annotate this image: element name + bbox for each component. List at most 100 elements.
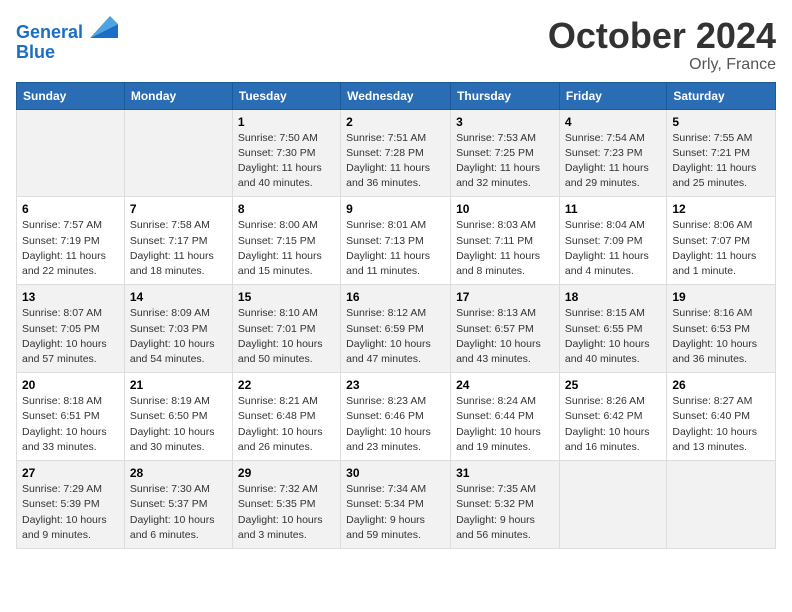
day-number: 13 — [22, 290, 119, 304]
day-number: 30 — [346, 466, 445, 480]
day-info: Sunrise: 7:29 AM Sunset: 5:39 PM Dayligh… — [22, 482, 119, 543]
day-number: 2 — [346, 115, 445, 129]
calendar-table: SundayMondayTuesdayWednesdayThursdayFrid… — [16, 82, 776, 549]
day-number: 28 — [130, 466, 227, 480]
day-number: 22 — [238, 378, 335, 392]
day-info: Sunrise: 7:32 AM Sunset: 5:35 PM Dayligh… — [238, 482, 335, 543]
calendar-cell: 17Sunrise: 8:13 AM Sunset: 6:57 PM Dayli… — [451, 285, 560, 373]
logo: General Blue — [16, 16, 118, 63]
calendar-cell: 10 Sunrise: 8:03 AM Sunset: 7:11 PM Dayli… — [451, 197, 560, 285]
calendar-cell: 24 Sunrise: 8:24 AM Sunset: 6:44 PM Dayli… — [451, 373, 560, 461]
location: Orly, France — [548, 56, 776, 74]
day-number: 14 — [130, 290, 227, 304]
weekday-header: Sunday — [17, 82, 125, 109]
day-number: 8 — [238, 202, 335, 216]
calendar-cell: 8Sunrise: 8:00 AM Sunset: 7:15 PM Daylig… — [232, 197, 340, 285]
calendar-cell: 9 Sunrise: 8:01 AM Sunset: 7:13 PM Daylig… — [341, 197, 451, 285]
calendar-cell: 3 Sunrise: 7:53 AM Sunset: 7:25 PM Daylig… — [451, 109, 560, 197]
day-info: Sunrise: 8:24 AM Sunset: 6:44 PM Dayligh… — [456, 394, 554, 455]
day-info: Sunrise: 7:53 AM Sunset: 7:25 PM Dayligh… — [456, 131, 554, 192]
day-number: 29 — [238, 466, 335, 480]
day-info: Sunrise: 7:50 AM Sunset: 7:30 PM Dayligh… — [238, 131, 335, 192]
day-info: Sunrise: 8:18 AM Sunset: 6:51 PM Dayligh… — [22, 394, 119, 455]
day-number: 16 — [346, 290, 445, 304]
day-info: Sunrise: 7:55 AM Sunset: 7:21 PM Dayligh… — [672, 131, 770, 192]
day-info: Sunrise: 7:58 AM Sunset: 7:17 PM Dayligh… — [130, 218, 227, 279]
calendar-cell: 25 Sunrise: 8:26 AM Sunset: 6:42 PM Dayli… — [559, 373, 666, 461]
day-number: 19 — [672, 290, 770, 304]
calendar-header-row: SundayMondayTuesdayWednesdayThursdayFrid… — [17, 82, 776, 109]
calendar-week-row: 1Sunrise: 7:50 AM Sunset: 7:30 PM Daylig… — [17, 109, 776, 197]
logo-text: General Blue — [16, 16, 118, 63]
day-number: 6 — [22, 202, 119, 216]
day-info: Sunrise: 7:35 AM Sunset: 5:32 PM Dayligh… — [456, 482, 554, 543]
weekday-header: Thursday — [451, 82, 560, 109]
calendar-cell: 28 Sunrise: 7:30 AM Sunset: 5:37 PM Dayli… — [124, 461, 232, 549]
calendar-cell: 29 Sunrise: 7:32 AM Sunset: 5:35 PM Dayli… — [232, 461, 340, 549]
calendar-cell: 12 Sunrise: 8:06 AM Sunset: 7:07 PM Dayli… — [667, 197, 776, 285]
calendar-cell: 26Sunrise: 8:27 AM Sunset: 6:40 PM Dayli… — [667, 373, 776, 461]
calendar-cell: 11Sunrise: 8:04 AM Sunset: 7:09 PM Dayli… — [559, 197, 666, 285]
day-number: 4 — [565, 115, 661, 129]
day-info: Sunrise: 8:26 AM Sunset: 6:42 PM Dayligh… — [565, 394, 661, 455]
calendar-week-row: 20 Sunrise: 8:18 AM Sunset: 6:51 PM Dayli… — [17, 373, 776, 461]
calendar-cell: 7 Sunrise: 7:58 AM Sunset: 7:17 PM Daylig… — [124, 197, 232, 285]
day-info: Sunrise: 7:54 AM Sunset: 7:23 PM Dayligh… — [565, 131, 661, 192]
calendar-cell: 20 Sunrise: 8:18 AM Sunset: 6:51 PM Dayli… — [17, 373, 125, 461]
month-year: October 2024 — [548, 16, 776, 56]
calendar-cell: 30 Sunrise: 7:34 AM Sunset: 5:34 PM Dayli… — [341, 461, 451, 549]
calendar-cell — [17, 109, 125, 197]
day-number: 3 — [456, 115, 554, 129]
weekday-header: Friday — [559, 82, 666, 109]
day-info: Sunrise: 8:10 AM Sunset: 7:01 PM Dayligh… — [238, 306, 335, 367]
calendar-cell: 21 Sunrise: 8:19 AM Sunset: 6:50 PM Dayli… — [124, 373, 232, 461]
day-info: Sunrise: 7:30 AM Sunset: 5:37 PM Dayligh… — [130, 482, 227, 543]
day-number: 5 — [672, 115, 770, 129]
day-number: 18 — [565, 290, 661, 304]
day-number: 21 — [130, 378, 227, 392]
calendar-cell: 6Sunrise: 7:57 AM Sunset: 7:19 PM Daylig… — [17, 197, 125, 285]
day-number: 9 — [346, 202, 445, 216]
weekday-header: Tuesday — [232, 82, 340, 109]
day-number: 27 — [22, 466, 119, 480]
day-info: Sunrise: 8:06 AM Sunset: 7:07 PM Dayligh… — [672, 218, 770, 279]
calendar-cell — [124, 109, 232, 197]
day-number: 25 — [565, 378, 661, 392]
calendar-cell: 27 Sunrise: 7:29 AM Sunset: 5:39 PM Dayli… — [17, 461, 125, 549]
weekday-header: Monday — [124, 82, 232, 109]
calendar-week-row: 13 Sunrise: 8:07 AM Sunset: 7:05 PM Dayli… — [17, 285, 776, 373]
day-info: Sunrise: 8:12 AM Sunset: 6:59 PM Dayligh… — [346, 306, 445, 367]
weekday-header: Wednesday — [341, 82, 451, 109]
page-header: General Blue October 2024 Orly, France — [16, 16, 776, 74]
calendar-week-row: 6Sunrise: 7:57 AM Sunset: 7:19 PM Daylig… — [17, 197, 776, 285]
calendar-cell: 4 Sunrise: 7:54 AM Sunset: 7:23 PM Daylig… — [559, 109, 666, 197]
calendar-cell: 1Sunrise: 7:50 AM Sunset: 7:30 PM Daylig… — [232, 109, 340, 197]
day-info: Sunrise: 8:01 AM Sunset: 7:13 PM Dayligh… — [346, 218, 445, 279]
logo-general: General — [16, 22, 83, 42]
day-info: Sunrise: 8:21 AM Sunset: 6:48 PM Dayligh… — [238, 394, 335, 455]
calendar-cell — [667, 461, 776, 549]
day-number: 17 — [456, 290, 554, 304]
day-info: Sunrise: 8:07 AM Sunset: 7:05 PM Dayligh… — [22, 306, 119, 367]
day-number: 12 — [672, 202, 770, 216]
day-number: 23 — [346, 378, 445, 392]
calendar-cell: 14Sunrise: 8:09 AM Sunset: 7:03 PM Dayli… — [124, 285, 232, 373]
day-info: Sunrise: 7:51 AM Sunset: 7:28 PM Dayligh… — [346, 131, 445, 192]
weekday-header: Saturday — [667, 82, 776, 109]
day-number: 26 — [672, 378, 770, 392]
calendar-cell: 16 Sunrise: 8:12 AM Sunset: 6:59 PM Dayli… — [341, 285, 451, 373]
day-info: Sunrise: 8:19 AM Sunset: 6:50 PM Dayligh… — [130, 394, 227, 455]
day-info: Sunrise: 7:34 AM Sunset: 5:34 PM Dayligh… — [346, 482, 445, 543]
day-number: 20 — [22, 378, 119, 392]
day-number: 7 — [130, 202, 227, 216]
day-number: 24 — [456, 378, 554, 392]
calendar-week-row: 27 Sunrise: 7:29 AM Sunset: 5:39 PM Dayli… — [17, 461, 776, 549]
day-number: 15 — [238, 290, 335, 304]
day-info: Sunrise: 8:03 AM Sunset: 7:11 PM Dayligh… — [456, 218, 554, 279]
logo-icon — [90, 16, 118, 38]
day-number: 10 — [456, 202, 554, 216]
day-info: Sunrise: 8:23 AM Sunset: 6:46 PM Dayligh… — [346, 394, 445, 455]
calendar-cell: 5 Sunrise: 7:55 AM Sunset: 7:21 PM Daylig… — [667, 109, 776, 197]
calendar-cell: 18Sunrise: 8:15 AM Sunset: 6:55 PM Dayli… — [559, 285, 666, 373]
calendar-cell: 23 Sunrise: 8:23 AM Sunset: 6:46 PM Dayli… — [341, 373, 451, 461]
